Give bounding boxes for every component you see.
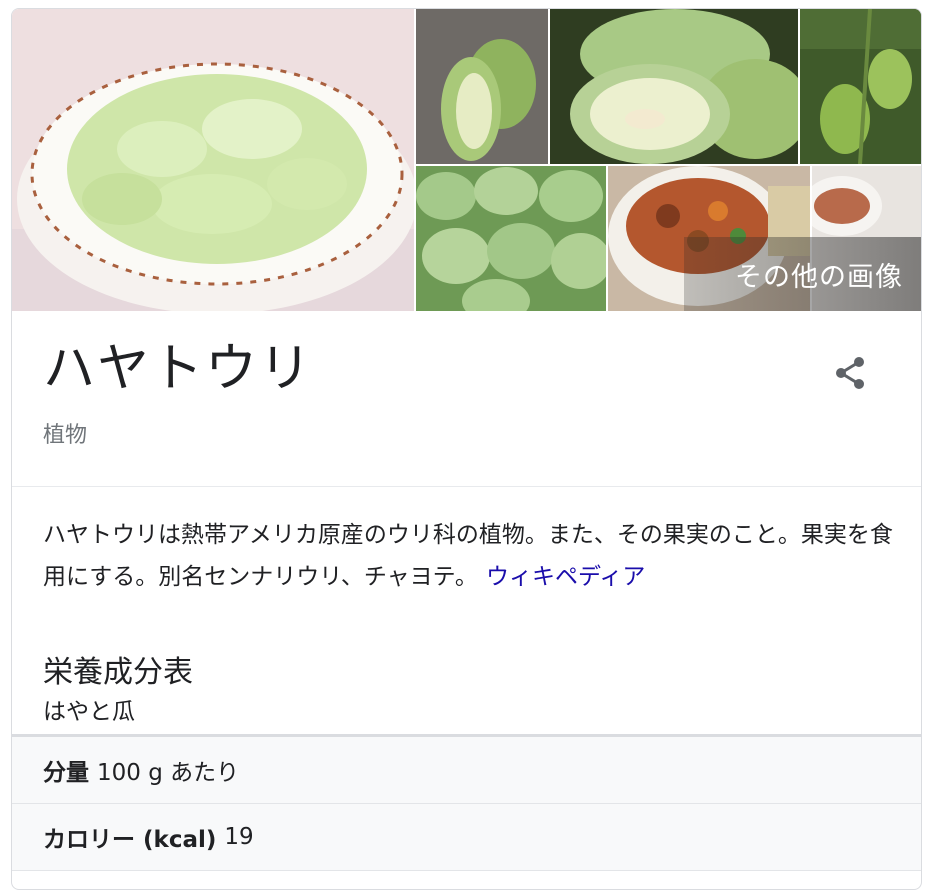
more-images-button[interactable]: その他の画像	[684, 237, 921, 311]
entity-description: ハヤトウリは熱帯アメリカ原産のウリ科の植物。また、その果実のこと。果実を食用にす…	[43, 514, 893, 598]
image-mosaic: その他の画像	[12, 9, 921, 311]
share-button[interactable]	[828, 351, 872, 395]
nutrition-title: 栄養成分表	[43, 655, 193, 690]
knowledge-panel: その他の画像 ハヤトウリ 植物 ハヤトウリは熱帯アメリカ原産のウリ科の植物。また…	[11, 8, 922, 890]
image-tile-main[interactable]	[12, 9, 414, 311]
description-text: ハヤトウリは熱帯アメリカ原産のウリ科の植物。また、その果実のこと。果実を食用にす…	[43, 522, 893, 590]
nutrition-row-label: カロリー (kcal)	[43, 827, 217, 853]
entity-subtitle: 植物	[43, 423, 88, 448]
more-images-label: その他の画像	[735, 261, 903, 293]
nutrition-row-serving: 分量 100 g あたり	[12, 737, 921, 804]
divider	[12, 486, 921, 487]
entity-title: ハヤトウリ	[43, 339, 314, 399]
nutrition-table: 分量 100 g あたり カロリー (kcal) 19	[12, 734, 921, 871]
nutrition-row-value: 19	[224, 824, 254, 850]
image-tile-chayote-vine[interactable]	[800, 9, 921, 164]
share-icon	[836, 357, 864, 389]
image-tile-cut-chayote[interactable]	[416, 9, 548, 164]
image-tile-chayote-pile[interactable]	[416, 166, 606, 311]
image-tile-halved-chayote[interactable]	[550, 9, 798, 164]
wikipedia-link[interactable]: ウィキペディア	[486, 564, 645, 590]
nutrition-row-label: 分量	[43, 760, 89, 786]
nutrition-row-calories: カロリー (kcal) 19	[12, 804, 921, 871]
nutrition-row-value: 100 g あたり	[97, 760, 240, 786]
nutrition-subtitle: はやと瓜	[43, 699, 135, 725]
